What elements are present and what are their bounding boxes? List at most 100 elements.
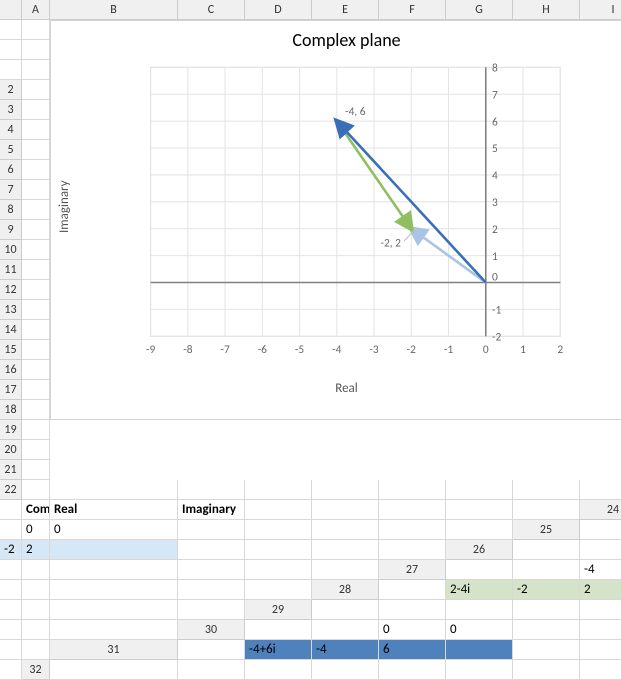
row-header-24[interactable]: 24 <box>580 500 621 520</box>
cell-A21[interactable] <box>22 460 50 480</box>
row-header-29[interactable]: 29 <box>245 600 312 620</box>
cell-B31[interactable]: -4+6i <box>245 640 312 660</box>
cell-A32[interactable] <box>50 660 178 680</box>
row-header-12[interactable]: 12 <box>0 280 22 300</box>
cell-A17[interactable] <box>22 380 50 400</box>
cell-B26[interactable] <box>580 540 621 560</box>
cell-F22[interactable] <box>379 480 446 500</box>
row-header-18[interactable]: 18 <box>0 400 22 420</box>
cell-F26[interactable] <box>50 560 178 580</box>
cell-A30[interactable] <box>245 620 312 640</box>
cell-B28[interactable]: 2-4i <box>446 580 513 600</box>
cell-G31[interactable] <box>580 640 621 660</box>
cell-C22[interactable] <box>178 480 245 500</box>
row-header-3[interactable]: 3 <box>0 100 22 120</box>
cell-E23[interactable] <box>245 500 312 520</box>
cell-B29[interactable] <box>379 600 446 620</box>
cell-E29[interactable] <box>580 600 621 620</box>
row-header-31[interactable]: 31 <box>50 640 178 660</box>
cell-E32[interactable] <box>379 660 446 680</box>
cell-E24[interactable] <box>178 520 245 540</box>
cell-A14[interactable] <box>22 320 50 340</box>
cell-C29[interactable] <box>446 600 513 620</box>
cell-A2[interactable] <box>22 80 50 100</box>
col-header-A[interactable]: A <box>22 0 50 20</box>
row-header-14[interactable]: 14 <box>0 320 22 340</box>
cell-D24[interactable]: 0 <box>50 520 178 540</box>
cell-G29[interactable] <box>0 620 22 640</box>
cell-F27[interactable] <box>22 580 50 600</box>
cell-C32[interactable] <box>245 660 312 680</box>
cell-G24[interactable] <box>312 520 379 540</box>
row-header-20[interactable]: 20 <box>0 440 22 460</box>
cell-A31[interactable] <box>178 640 245 660</box>
row-header-15[interactable]: 15 <box>0 340 22 360</box>
cell-E22[interactable] <box>312 480 379 500</box>
cell-F28[interactable] <box>0 600 22 620</box>
col-header-B[interactable]: B <box>50 0 178 20</box>
cell-G23[interactable] <box>379 500 446 520</box>
row-header-25[interactable]: 25 <box>513 520 580 540</box>
row-header-21[interactable]: 21 <box>0 460 22 480</box>
cell-D1[interactable] <box>0 40 22 60</box>
select-all-corner[interactable] <box>0 0 22 20</box>
chart-container[interactable]: Complex plane Imaginary <box>50 20 621 420</box>
cell-D22[interactable] <box>245 480 312 500</box>
row-header-16[interactable]: 16 <box>0 360 22 380</box>
cell-D25[interactable]: 2 <box>22 540 50 560</box>
cell-A19[interactable] <box>22 420 50 440</box>
cell-A11[interactable] <box>22 260 50 280</box>
cell-A22[interactable] <box>22 480 50 500</box>
cell-G26[interactable] <box>178 560 245 580</box>
row-header-13[interactable]: 13 <box>0 300 22 320</box>
row-header-11[interactable]: 11 <box>0 260 22 280</box>
cell-G27[interactable] <box>50 580 178 600</box>
cell-I26[interactable] <box>312 560 379 580</box>
cell-E1[interactable] <box>22 40 50 60</box>
cell-A7[interactable] <box>22 180 50 200</box>
cell-D28[interactable]: 2 <box>580 580 621 600</box>
cell-I25[interactable] <box>379 540 446 560</box>
cell-A9[interactable] <box>22 220 50 240</box>
cell-C30[interactable]: 0 <box>379 620 446 640</box>
col-header-I[interactable]: I <box>580 0 621 20</box>
cell-E25[interactable] <box>50 540 178 560</box>
cell-I24[interactable] <box>446 520 513 540</box>
cell-I27[interactable] <box>245 580 312 600</box>
cell-E30[interactable] <box>513 620 580 640</box>
row-header-7[interactable]: 7 <box>0 180 22 200</box>
cell-A15[interactable] <box>22 340 50 360</box>
cell-E26[interactable] <box>22 560 50 580</box>
cell-B30[interactable] <box>312 620 379 640</box>
row-header-32[interactable]: 32 <box>22 660 50 680</box>
col-header-C[interactable]: C <box>178 0 245 20</box>
cell-H22[interactable] <box>513 480 580 500</box>
cell-C25[interactable]: -2 <box>0 540 22 560</box>
cell-A3[interactable] <box>22 100 50 120</box>
cell-A27[interactable] <box>446 560 513 580</box>
cell-I31[interactable] <box>0 660 22 680</box>
cell-H27[interactable] <box>178 580 245 600</box>
cell-G1[interactable] <box>0 60 22 80</box>
cell-H23[interactable] <box>446 500 513 520</box>
cell-H1[interactable] <box>22 60 50 80</box>
cell-A1[interactable] <box>0 20 22 40</box>
row-header-9[interactable]: 9 <box>0 220 22 240</box>
cell-H28[interactable] <box>50 600 178 620</box>
cell-A16[interactable] <box>22 360 50 380</box>
cell-C23[interactable]: Real <box>50 500 178 520</box>
row-header-4[interactable]: 4 <box>0 120 22 140</box>
cell-B24[interactable] <box>0 520 22 540</box>
cell-G25[interactable] <box>245 540 312 560</box>
row-header-28[interactable]: 28 <box>312 580 379 600</box>
cell-H32[interactable] <box>580 660 621 680</box>
col-header-G[interactable]: G <box>446 0 513 20</box>
cell-D31[interactable]: 6 <box>379 640 446 660</box>
cell-I22[interactable] <box>580 480 621 500</box>
cell-G28[interactable] <box>22 600 50 620</box>
cell-I30[interactable] <box>22 640 50 660</box>
row-header-5[interactable]: 5 <box>0 140 22 160</box>
cell-F32[interactable] <box>446 660 513 680</box>
cell-A20[interactable] <box>22 440 50 460</box>
cell-E27[interactable] <box>0 580 22 600</box>
